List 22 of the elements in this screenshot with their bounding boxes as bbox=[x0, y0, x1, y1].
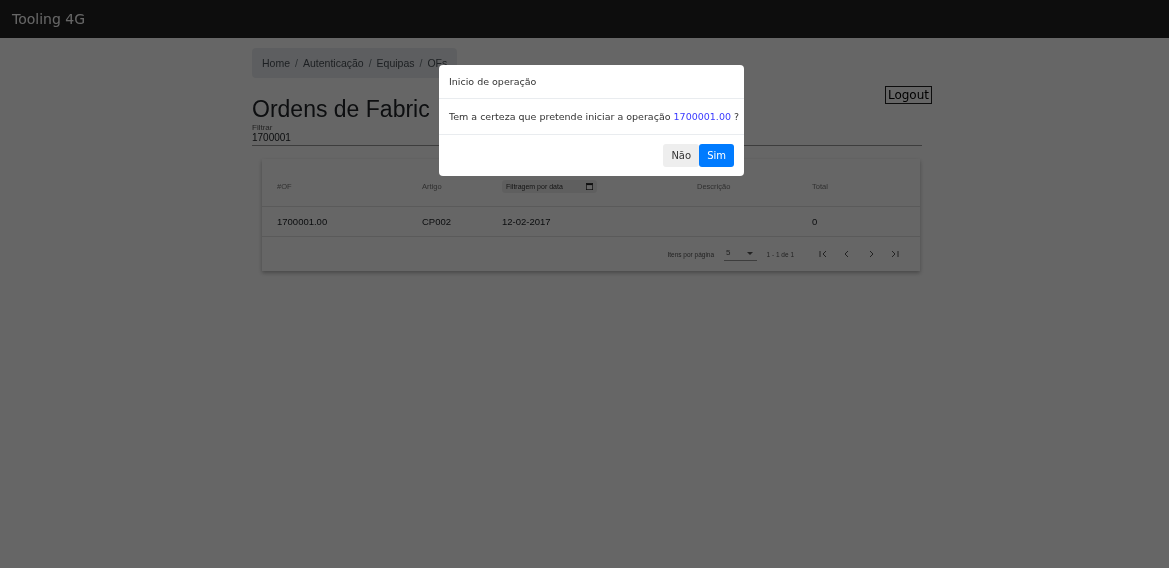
cancel-button[interactable]: Não bbox=[663, 144, 700, 167]
dialog-message: Tem a certeza que pretende iniciar a operação 1700001.00 ? bbox=[439, 99, 744, 135]
filter-label: Filtrar bbox=[252, 123, 273, 132]
confirm-button[interactable]: Sim bbox=[699, 144, 734, 167]
app-title: Tooling 4G bbox=[12, 11, 86, 27]
table-cell-text: 0 bbox=[812, 216, 819, 227]
breadcrumb-link[interactable]: Autenticação bbox=[302, 57, 364, 69]
table-cell-text: 1700001.00 bbox=[277, 216, 329, 227]
first-page-icon[interactable] bbox=[818, 249, 828, 259]
dialog-title: Inicio de operação bbox=[439, 65, 744, 99]
table-cell-text: CP002 bbox=[422, 216, 453, 227]
calendar-icon[interactable] bbox=[586, 183, 593, 190]
breadcrumb-separator: / bbox=[295, 57, 298, 69]
logout-button[interactable]: Logout bbox=[884, 86, 932, 104]
last-page-icon[interactable] bbox=[890, 249, 900, 259]
breadcrumb-separator: / bbox=[419, 57, 423, 69]
breadcrumb-link[interactable]: Home bbox=[262, 57, 290, 69]
page-heading: Ordens de Fabric bbox=[252, 96, 430, 123]
filter-value: 1700001 bbox=[252, 132, 291, 143]
breadcrumb-separator: / bbox=[368, 57, 372, 69]
breadcrumb-link[interactable]: Equipas bbox=[376, 57, 415, 69]
table-cell-text: 12-02-2017 bbox=[502, 216, 552, 227]
